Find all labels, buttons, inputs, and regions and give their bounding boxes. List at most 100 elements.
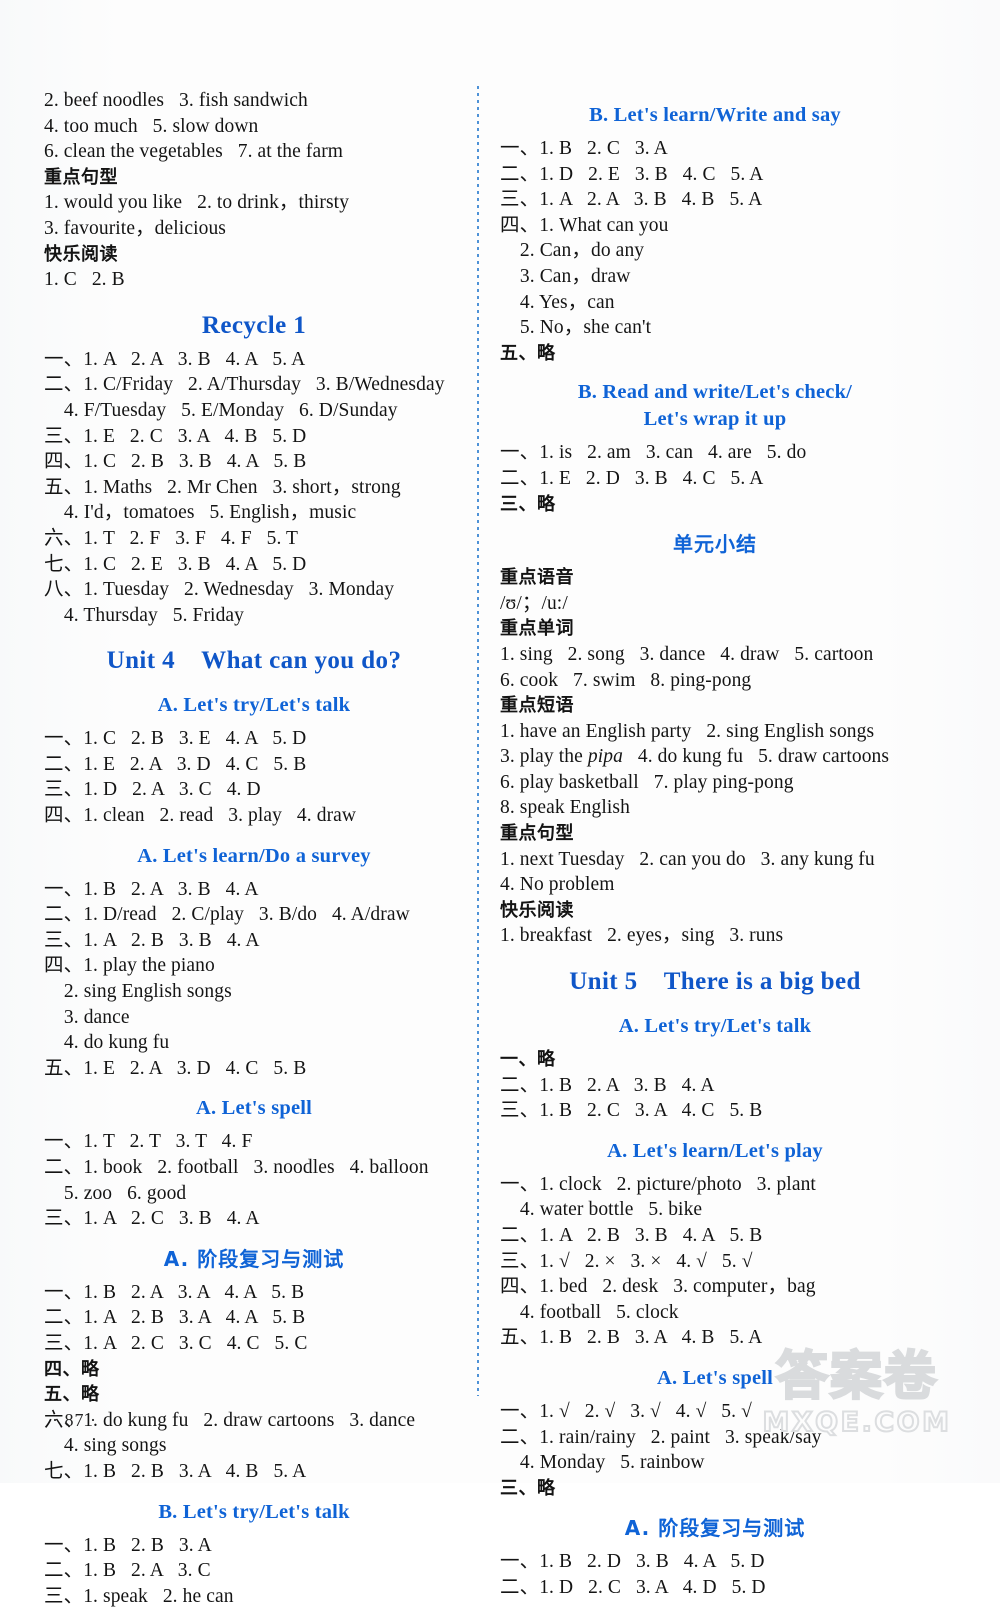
answer-line: 1. next Tuesday 2. can you do 3. any kun… (500, 848, 875, 870)
answer-line: 二、1. B 2. A 3. C (44, 1560, 211, 1582)
answer-line: 一、1. B 2. D 3. B 4. A 5. D (500, 1551, 765, 1573)
section-heading: A. 阶段复习与测试 (163, 1246, 345, 1271)
answer-line: 一、1. is 2. am 3. can 4. are 5. do (500, 442, 807, 464)
answer-line: 一、1. clock 2. picture/photo 3. plant (500, 1173, 816, 1195)
answer-block: 1. breakfast 2. eyes，sing 3. runs (500, 923, 930, 949)
answer-line: 三、略 (500, 1477, 556, 1499)
answer-block: 一、1. T 2. T 3. T 4. F 二、1. book 2. footba… (44, 1129, 464, 1231)
answer-line: 1. sing 2. song 3. dance 4. draw 5. cart… (500, 643, 874, 665)
answer-line: 1. would you like 2. to drink，thirsty (44, 192, 350, 214)
answer-line: 4. F/Tuesday 5. E/Monday 6. D/Sunday (44, 399, 398, 421)
answer-line: 3. play the pipa 4. do kung fu 5. draw c… (500, 744, 930, 770)
answer-block: 1. have an English party 2. sing English… (500, 719, 930, 745)
answer-line: 三、1. √ 2. × 3. × 4. √ 5. √ (500, 1250, 753, 1272)
answer-line: 一、1. T 2. T 3. T 4. F (44, 1131, 253, 1153)
answer-line: 七、1. B 2. B 3. A 4. B 5. A (44, 1460, 307, 1482)
unit-heading: Unit 4 What can you do? (106, 647, 402, 675)
answer-block: 一、1. B 2. A 3. B 4. A 二、1. D/read 2. C/pl… (44, 877, 464, 1082)
answer-line: 二、1. E 2. A 3. D 4. C 5. B (44, 753, 307, 775)
answer-line: 一、1. B 2. C 3. A (500, 138, 668, 159)
section-heading: B. Read and write/Let's check/ Let's wra… (577, 381, 853, 431)
answer-block: 四、略 五、略 (44, 1357, 464, 1408)
answer-line: 一、1. √ 2. √ 3. √ 4. √ 5. √ (500, 1400, 752, 1422)
answer-line: 5. zoo 6. good (44, 1182, 187, 1204)
answer-line: 二、1. book 2. football 3. noodles 4. ball… (44, 1157, 429, 1178)
answer-line: 三、1. D 2. A 3. C 4. D (44, 779, 261, 801)
answer-line: 三、1. A 2. C 3. C 4. C 5. C (44, 1332, 308, 1354)
answer-block: 一、1. B 2. B 3. A 二、1. B 2. A 3. C 三、1. spe… (44, 1533, 464, 1609)
answer-line: 三、1. A 2. C 3. B 4. A (44, 1208, 260, 1230)
answer-block: 一、1. B 2. C 3. A 二、1. D 2. E 3. B 4. C 5.… (500, 136, 930, 341)
answer-line: 6. cook 7. swim 8. ping-pong (500, 669, 752, 691)
page-number: · 87 · (52, 1410, 97, 1430)
answer-line: 6. play basketball 7. play ping-pong (500, 771, 794, 793)
answer-block: 一、略 (500, 1047, 930, 1073)
answer-block: 一、1. C 2. B 3. E 4. A 5. D 二、1. E 2. A 3.… (44, 726, 464, 828)
answer-block: 一、1. is 2. am 3. can 4. are 5. do 二、1. E … (500, 440, 930, 491)
answer-line: 五、1. B 2. B 3. A 4. B 5. A (500, 1327, 763, 1349)
answer-line: 四、1. bed 2. desk 3. computer，bag (500, 1276, 816, 1298)
answer-line: 三、1. speak 2. he can (44, 1585, 234, 1607)
answer-line: 一、略 (500, 1049, 556, 1071)
answer-line: 二、1. D 2. E 3. B 4. C 5. A (500, 163, 764, 185)
answer-line: 2. sing English songs (44, 981, 232, 1003)
section-heading: 单元小结 (673, 532, 757, 557)
answer-line: 三、1. A 2. A 3. B 4. B 5. A (500, 189, 763, 211)
section-label-cn: 重点语音 (500, 567, 574, 589)
section-heading: B. Let's learn/Write and say (589, 104, 841, 126)
section-label-cn: 重点单词 (500, 618, 574, 640)
section-heading: A. Let's spell (195, 1097, 313, 1120)
answer-line: 七、1. C 2. E 3. B 4. A 5. D (44, 553, 307, 575)
answer-line: 6. clean the vegetables 7. at the farm (44, 141, 344, 163)
answer-block: 三、略 (500, 492, 930, 518)
answer-line: 4. Yes，can (500, 291, 615, 313)
answer-line: 1. C 2. B (44, 269, 125, 291)
answer-line: 五、1. E 2. A 3. D 4. C 5. B (44, 1057, 307, 1079)
section-heading: A. Let's learn/Let's play (607, 1139, 823, 1162)
answer-line: 二、1. rain/rainy 2. paint 3. speak/say (500, 1426, 822, 1448)
unit-heading: Unit 5 There is a big bed (569, 968, 861, 996)
answer-line: 4. football 5. clock (500, 1301, 679, 1323)
answer-block: 1. C 2. B (44, 267, 464, 293)
answer-block: 一、1. B 2. D 3. B 4. A 5. D 二、1. D 2. C 3.… (500, 1549, 930, 1600)
answer-line: 二、1. A 2. B 3. A 4. A 5. B (44, 1307, 306, 1329)
answer-line: 1. have an English party 2. sing English… (500, 720, 875, 742)
section-heading: A. Let's try/Let's talk (618, 1015, 812, 1038)
unit-heading: Recycle 1 (201, 311, 307, 339)
answer-line: 2. Can，do any (500, 240, 645, 262)
answer-line: 4. No problem (500, 874, 615, 896)
answer-line: 二、1. D/read 2. C/play 3. B/do 4. A/draw (44, 904, 410, 926)
answer-block: 2. beef noodles 3. fish sandwich 4. too m… (44, 88, 464, 165)
answer-line: 六、1. do kung fu 2. draw cartoons 3. danc… (44, 1409, 416, 1431)
answer-block: 三、略 (500, 1476, 930, 1502)
answer-line: 二、1. D 2. C 3. A 4. D 5. D (500, 1576, 766, 1598)
column-divider (477, 86, 479, 1396)
answer-line: 三、1. E 2. C 3. A 4. B 5. D (44, 425, 307, 447)
section-heading: A. 阶段复习与测试 (624, 1516, 806, 1541)
answer-block: 一、1. B 2. A 3. A 4. A 5. B 二、1. A 2. B 3.… (44, 1280, 464, 1357)
answer-line: 二、1. A 2. B 3. B 4. A 5. B (500, 1225, 763, 1246)
answer-block: 6. play basketball 7. play ping-pong 8. s… (500, 770, 930, 821)
answer-line: 4. I'd，tomatoes 5. English，music (44, 502, 357, 524)
answer-line: 二、1. B 2. A 3. B 4. A (500, 1074, 715, 1096)
answer-line: 3. dance (44, 1006, 130, 1028)
answer-line: 一、1. B 2. B 3. A (44, 1534, 212, 1556)
section-heading: B. Let's try/Let's talk (158, 1500, 350, 1523)
answer-line: 四、1. What can you (500, 214, 669, 236)
answer-line: 三、1. A 2. B 3. B 4. A (44, 929, 260, 951)
answer-line: 1. breakfast 2. eyes，sing 3. runs (500, 925, 784, 947)
answer-block: 1. next Tuesday 2. can you do 3. any kun… (500, 847, 930, 898)
answer-block: 五、略 (500, 341, 930, 367)
answer-line: 三、略 (500, 493, 556, 515)
section-heading: A. Let's spell (656, 1366, 774, 1389)
answer-block: 一、1. √ 2. √ 3. √ 4. √ 5. √ 二、1. rain/rain… (500, 1399, 930, 1476)
answer-block: 二、1. B 2. A 3. B 4. A 三、1. B 2. C 3. A 4.… (500, 1073, 930, 1124)
section-label-cn: 重点句型 (500, 823, 574, 845)
answer-block: 一、1. A 2. A 3. B 4. A 5. A 二、1. C/Friday … (44, 347, 464, 629)
answer-line: 四、1. C 2. B 3. B 4. A 5. B (44, 451, 307, 473)
answer-line: 五、略 (44, 1384, 100, 1406)
answer-line: 4. too much 5. slow down (44, 115, 259, 137)
answer-line: 二、1. E 2. D 3. B 4. C 5. A (500, 467, 764, 489)
section-label-cn: 快乐阅读 (44, 243, 118, 265)
answer-line: 2. beef noodles 3. fish sandwich (44, 90, 308, 111)
